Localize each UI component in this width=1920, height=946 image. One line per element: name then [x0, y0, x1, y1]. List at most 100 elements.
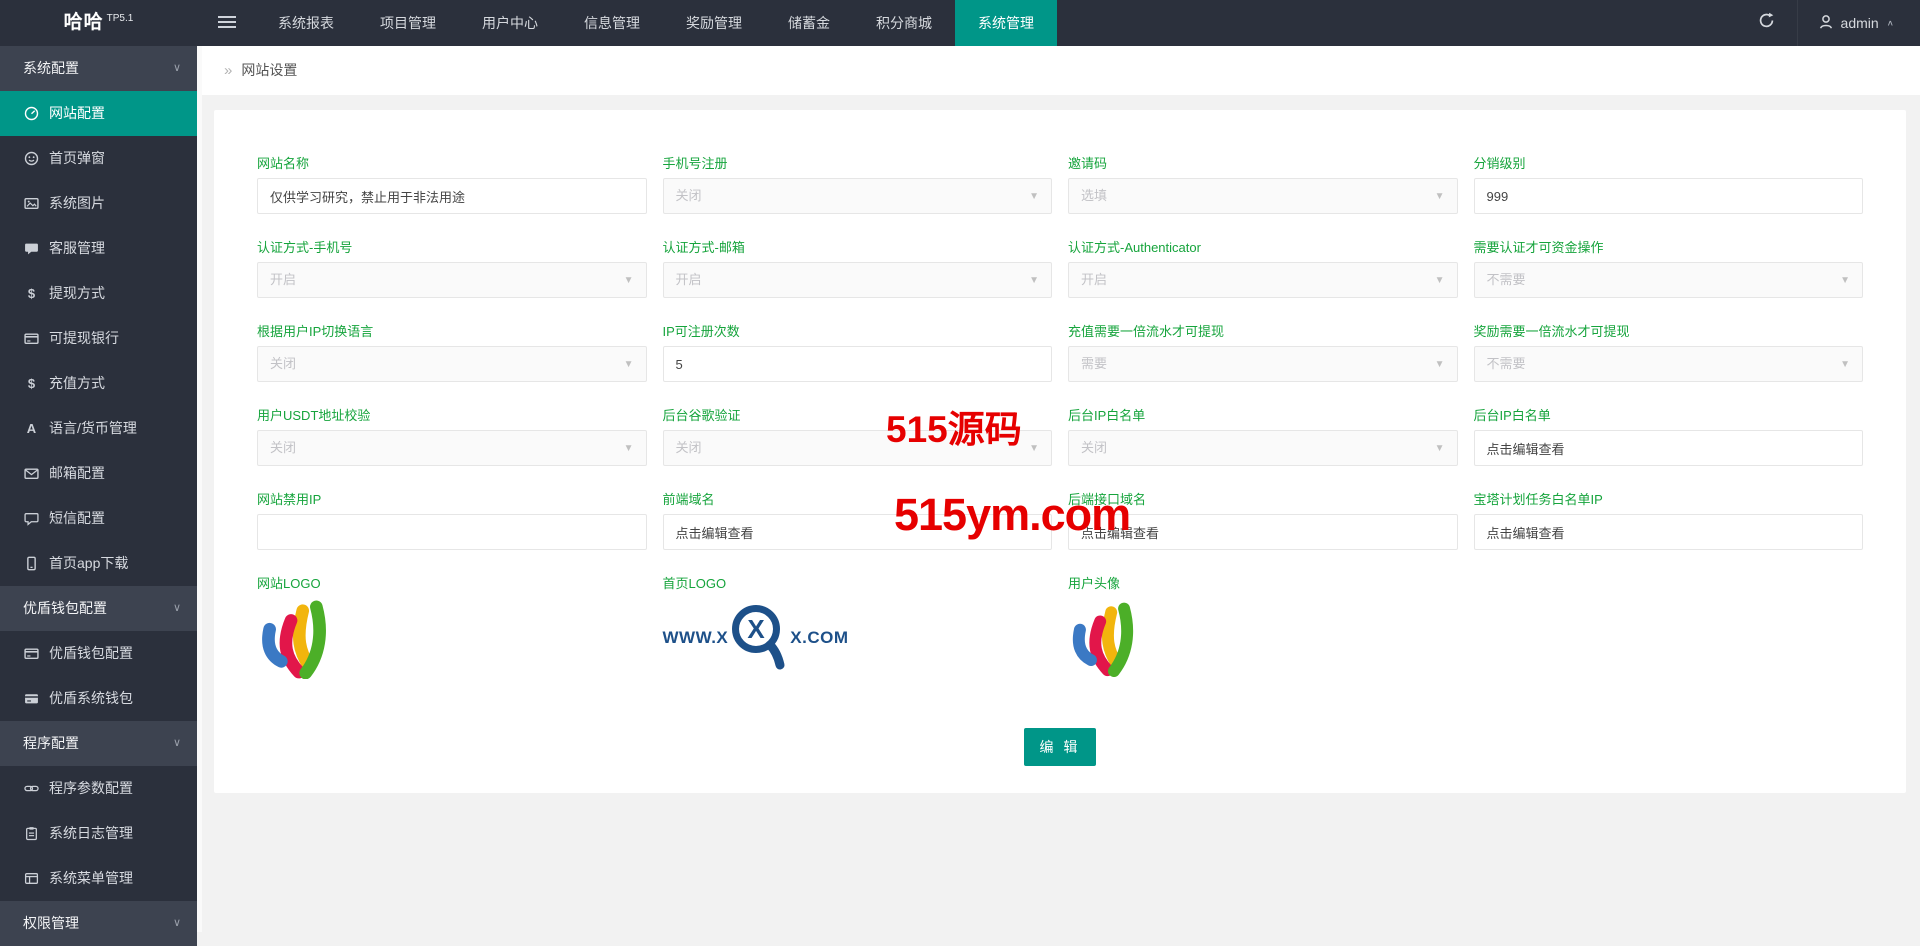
sidebar-item-sms-config[interactable]: 短信配置: [0, 496, 197, 541]
sidebar-group-youdun-wallet-config[interactable]: 优盾钱包配置 ∨: [0, 586, 197, 631]
sidebar-group-system-config[interactable]: 系统配置 ∨: [0, 46, 197, 91]
tab-savings[interactable]: 储蓄金: [765, 0, 853, 46]
field-backend-api-domain: 后端接口域名: [1068, 492, 1458, 550]
field-ip-register-limit: IP可注册次数: [662, 324, 1052, 382]
sidebar-item-home-app-download[interactable]: 首页app下载: [0, 541, 197, 586]
image-icon: [23, 196, 40, 211]
tab-project-manage[interactable]: 项目管理: [357, 0, 459, 46]
breadcrumb-separator-icon: »: [224, 62, 233, 79]
distribution-level-input[interactable]: [1474, 179, 1862, 213]
sidebar-item-system-menus[interactable]: 系统菜单管理: [0, 856, 197, 901]
tab-points-mall[interactable]: 积分商城: [853, 0, 955, 46]
sidebar-item-recharge-method[interactable]: $ 充值方式: [0, 361, 197, 406]
tab-info-manage[interactable]: 信息管理: [561, 0, 663, 46]
admin-google-verify-select[interactable]: 关闭 ▼: [662, 430, 1052, 466]
tab-user-center[interactable]: 用户中心: [459, 0, 561, 46]
upload-site-logo: 网站LOGO: [257, 576, 647, 680]
tab-system-report[interactable]: 系统报表: [255, 0, 357, 46]
sms-icon: [23, 511, 40, 526]
dashboard-icon: [23, 106, 40, 121]
xxx-com-logo: WWW.X X X.COM: [663, 602, 849, 674]
bank-card-filled-icon: [23, 691, 40, 706]
ip-register-limit-input[interactable]: [663, 347, 1051, 381]
sidebar-group-permission-manage[interactable]: 权限管理 ∨: [0, 901, 197, 946]
app-logo[interactable]: 哈哈 TP5.1: [0, 0, 197, 46]
settings-form: 网站名称 手机号注册 关闭▼ 邀请码 选填▼ 分销级别 认证方式-手机号 开启▼…: [257, 156, 1863, 766]
site-name-input[interactable]: [258, 179, 646, 213]
frontend-domain-input[interactable]: [663, 515, 1051, 549]
chevron-up-icon: ∧: [1886, 18, 1894, 28]
page-title: 网站设置: [241, 62, 298, 78]
tab-system-manage[interactable]: 系统管理: [955, 0, 1057, 46]
refresh-icon: [1758, 12, 1775, 34]
sidebar-scrollbar[interactable]: [197, 46, 202, 932]
tab-reward-manage[interactable]: 奖励管理: [663, 0, 765, 46]
upload-user-avatar: 用户头像: [1068, 576, 1458, 680]
field-usdt-address-check: 用户USDT地址校验 关闭 ▼: [257, 408, 647, 466]
sidebar-item-customer-service[interactable]: 客服管理: [0, 226, 197, 271]
admin-ip-whitelist-input[interactable]: [1474, 431, 1862, 465]
site-banned-ip-input[interactable]: [258, 515, 646, 549]
edit-button[interactable]: 编 辑: [1023, 728, 1097, 766]
sidebar-group-program-config[interactable]: 程序配置 ∨: [0, 721, 197, 766]
sidebar-item-youdun-system-wallet[interactable]: 优盾系统钱包: [0, 676, 197, 721]
chevron-down-icon: ∨: [172, 62, 181, 74]
chevron-down-icon: ∨: [172, 602, 181, 614]
reward-turnover-select[interactable]: 不需要 ▼: [1473, 346, 1863, 382]
user-menu[interactable]: admin ∧: [1796, 0, 1920, 46]
auth-email-select[interactable]: 开启 ▼: [662, 262, 1052, 298]
sidebar-item-home-popup[interactable]: 首页弹窗: [0, 136, 197, 181]
user-icon: [1818, 14, 1834, 33]
settings-form-card: 网站名称 手机号注册 关闭▼ 邀请码 选填▼ 分销级别 认证方式-手机号 开启▼…: [214, 110, 1906, 793]
field-frontend-domain: 前端域名: [662, 492, 1052, 550]
site-logo-image[interactable]: [257, 598, 647, 679]
link-icon: [23, 781, 40, 796]
chevron-down-icon: ∨: [172, 737, 181, 749]
mobile-icon: [23, 556, 40, 571]
bt-task-ip-whitelist-input[interactable]: [1474, 515, 1862, 549]
top-nav-tabs: 系统报表 项目管理 用户中心 信息管理 奖励管理 储蓄金 积分商城 系统管理: [255, 0, 1057, 46]
admin-ip-whitelist-select[interactable]: 关闭 ▼: [1068, 430, 1458, 466]
chat-icon: [23, 241, 40, 256]
hamburger-menu-icon[interactable]: [218, 16, 236, 30]
sidebar-item-website-config[interactable]: 网站配置: [0, 91, 197, 136]
ip-language-select[interactable]: 关闭 ▼: [257, 346, 647, 382]
usdt-address-check-select[interactable]: 关闭 ▼: [257, 430, 647, 466]
field-site-banned-ip: 网站禁用IP: [257, 492, 647, 550]
field-invite-code: 邀请码 选填 ▼: [1068, 156, 1458, 214]
refresh-button[interactable]: [1737, 0, 1797, 46]
invite-code-select[interactable]: 选填 ▼: [1068, 178, 1458, 214]
username-label: admin: [1840, 15, 1879, 31]
field-distribution-level: 分销级别: [1473, 156, 1863, 214]
sidebar-item-youdun-wallet-config[interactable]: 优盾钱包配置: [0, 631, 197, 676]
sidebar-item-system-images[interactable]: 系统图片: [0, 181, 197, 226]
upload-home-logo: 首页LOGO WWW.X X X.COM: [663, 576, 1053, 680]
sidebar-item-language-currency[interactable]: A 语言/货币管理: [0, 406, 197, 451]
auth-phone-select[interactable]: 开启 ▼: [257, 262, 647, 298]
field-auth-authenticator: 认证方式-Authenticator 开启 ▼: [1068, 240, 1458, 298]
chevron-down-icon: ∨: [172, 917, 181, 929]
mail-icon: [23, 466, 40, 481]
user-avatar-image[interactable]: [1068, 598, 1458, 678]
language-icon: A: [26, 421, 37, 436]
sidebar-item-withdraw-method[interactable]: $ 提现方式: [0, 271, 197, 316]
log-icon: [23, 826, 40, 841]
recharge-turnover-select[interactable]: 需要 ▼: [1068, 346, 1458, 382]
sidebar-item-withdraw-banks[interactable]: 可提现银行: [0, 316, 197, 361]
field-auth-phone: 认证方式-手机号 开启 ▼: [257, 240, 647, 298]
wallet-logo-icon: [262, 600, 326, 679]
popup-icon: [23, 151, 40, 166]
auth-authenticator-select[interactable]: 开启 ▼: [1068, 262, 1458, 298]
backend-api-domain-input[interactable]: [1069, 515, 1457, 549]
home-logo-image[interactable]: WWW.X X X.COM: [663, 598, 1053, 678]
auth-required-select[interactable]: 不需要 ▼: [1473, 262, 1863, 298]
dollar-icon: $: [27, 286, 36, 301]
field-phone-register: 手机号注册 关闭 ▼: [662, 156, 1052, 214]
phone-register-select[interactable]: 关闭 ▼: [662, 178, 1052, 214]
svg-text:X: X: [748, 614, 766, 644]
sidebar-item-system-logs[interactable]: 系统日志管理: [0, 811, 197, 856]
sidebar-item-program-params[interactable]: 程序参数配置: [0, 766, 197, 811]
field-reward-turnover-required: 奖励需要一倍流水才可提现 不需要 ▼: [1473, 324, 1863, 382]
app-logo-text: 哈哈: [63, 12, 104, 33]
sidebar-item-mail-config[interactable]: 邮箱配置: [0, 451, 197, 496]
